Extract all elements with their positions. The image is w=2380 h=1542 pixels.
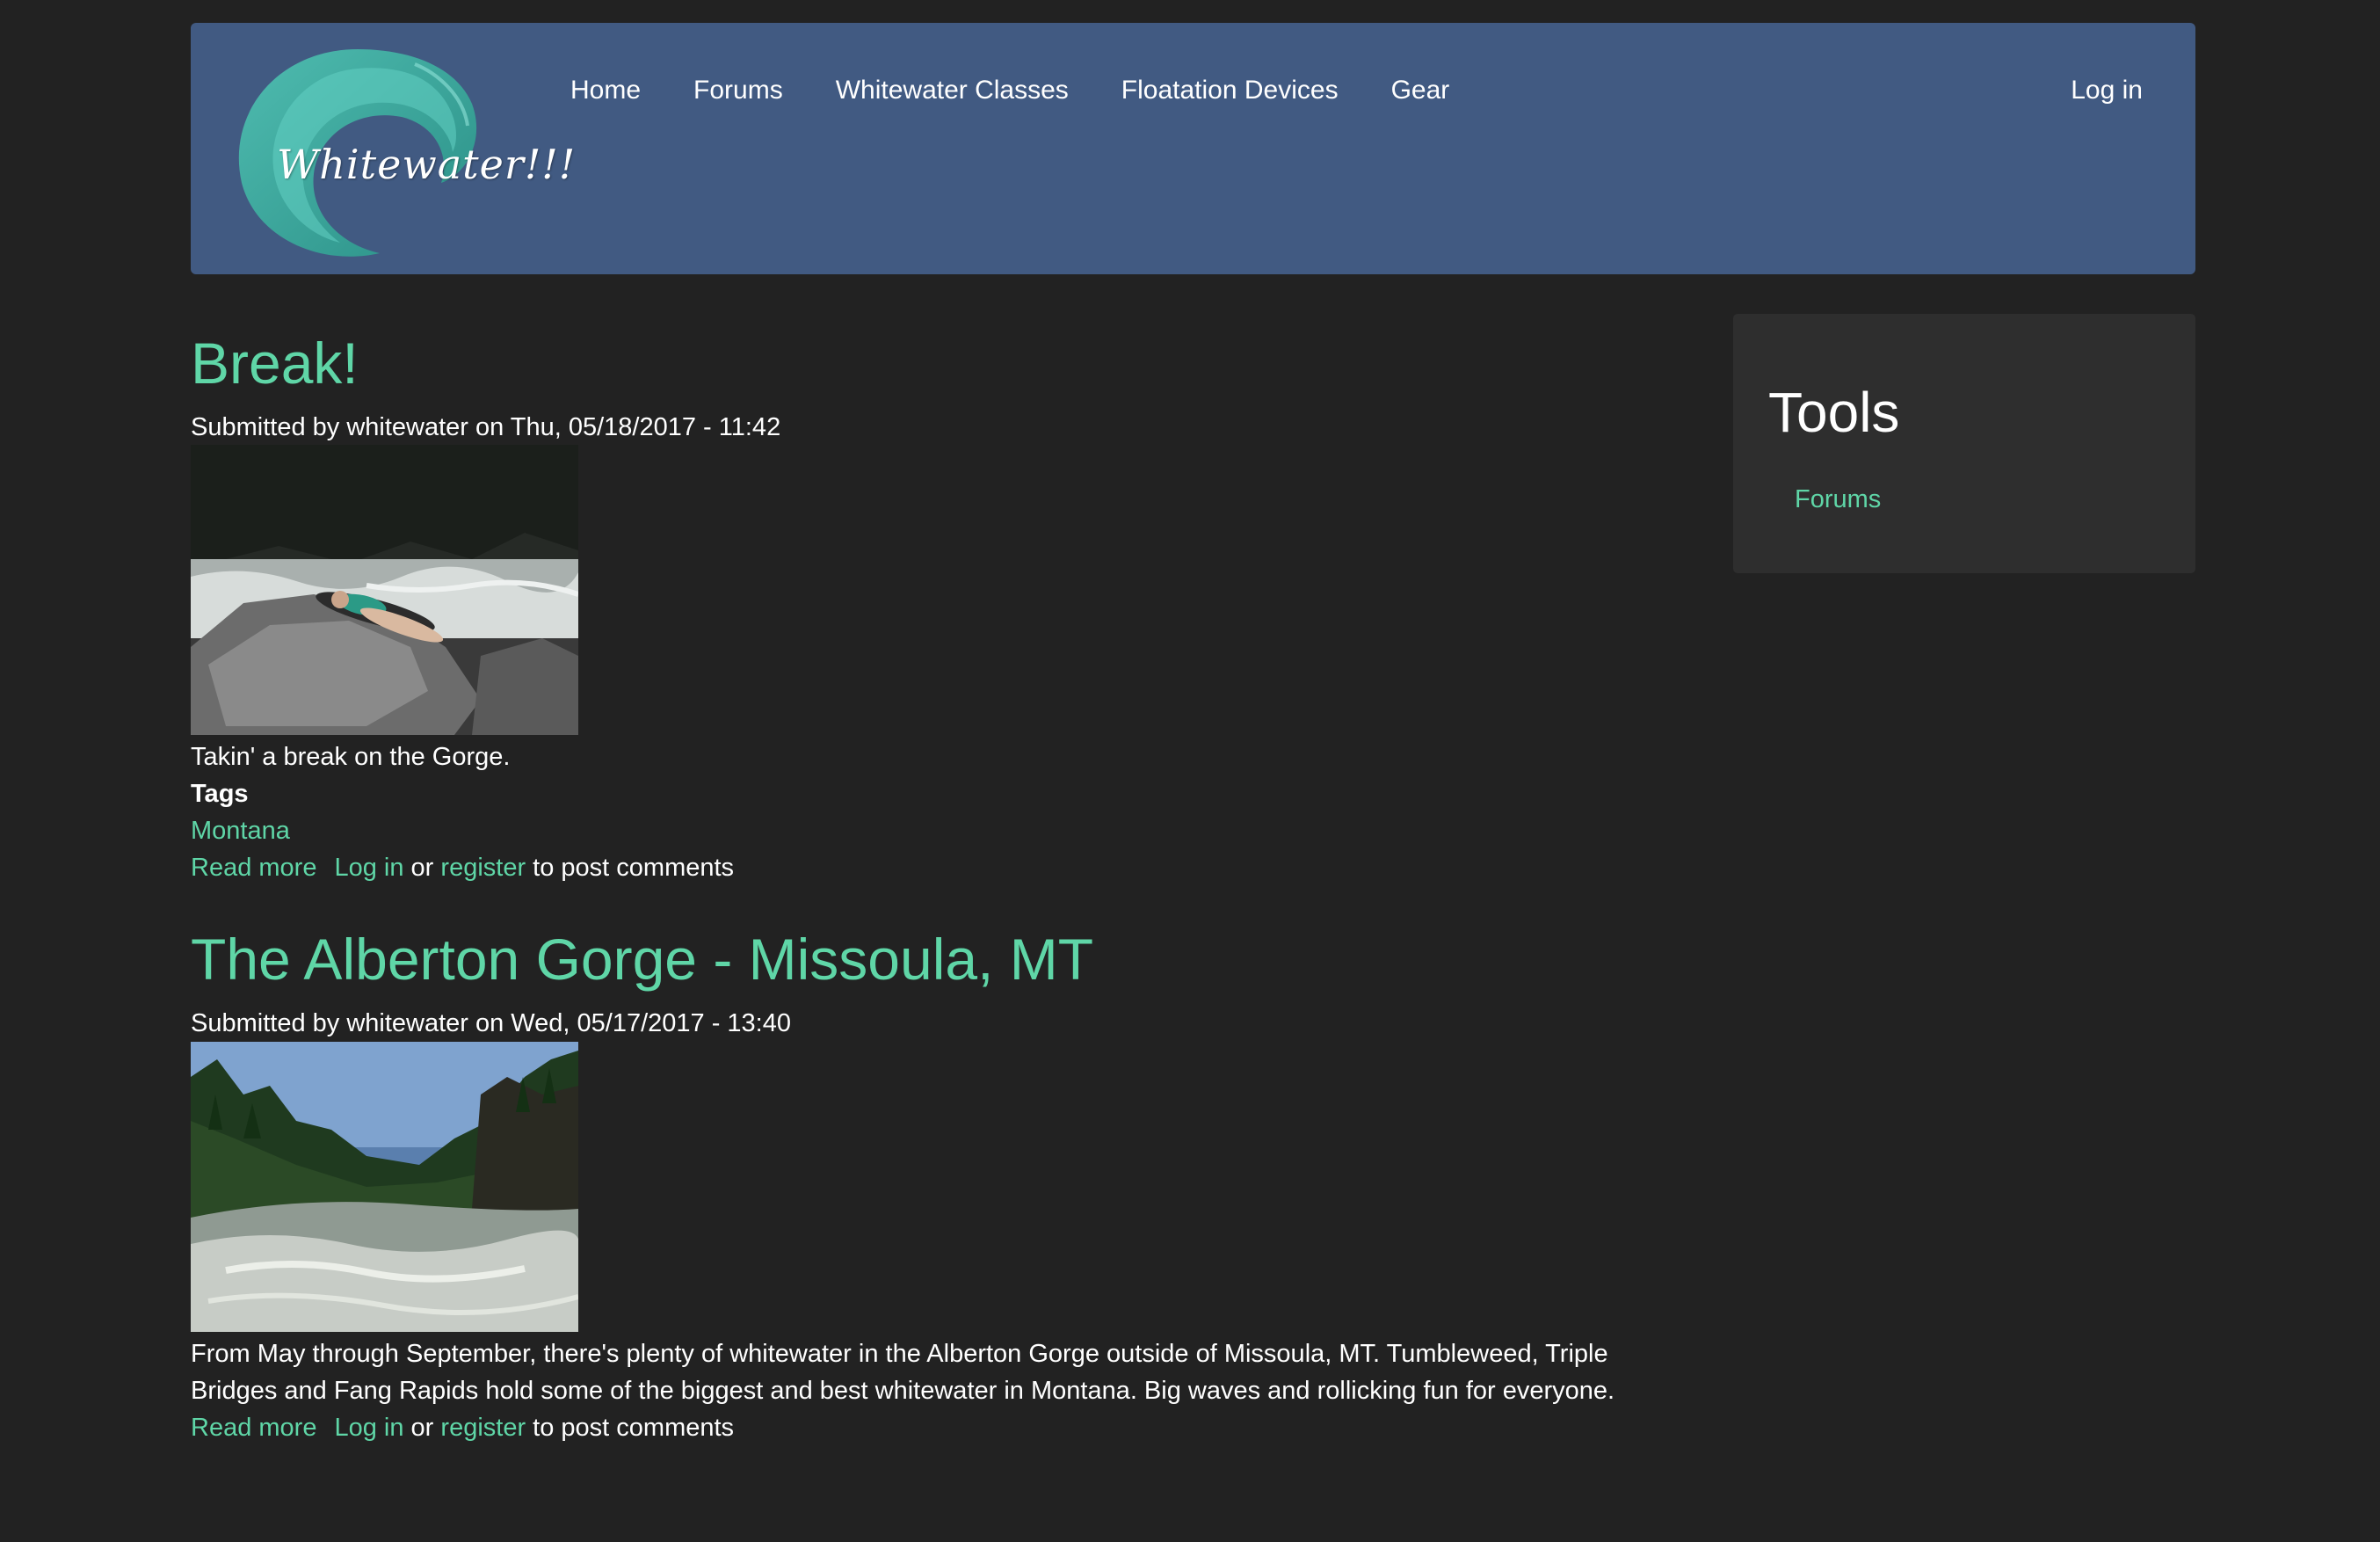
post-break: Break! Submitted by whitewater on Thu, 0…	[191, 334, 1685, 886]
post-body: Takin' a break on the Gorge.	[191, 743, 511, 772]
read-more-link[interactable]: Read more	[191, 854, 316, 882]
main-content: Break! Submitted by whitewater on Thu, 0…	[191, 334, 1685, 1490]
login-link[interactable]: Log in	[334, 1414, 403, 1442]
post-title[interactable]: Break!	[191, 334, 1685, 392]
post-title[interactable]: The Alberton Gorge - Missoula, MT	[191, 930, 1685, 988]
post-body: From May through September, there's plen…	[191, 1339, 1615, 1405]
post-comments-text: to post comments	[533, 854, 735, 883]
main-nav: Home Forums Whitewater Classes Floatatio…	[570, 76, 1449, 105]
post-image[interactable]	[191, 445, 578, 736]
post-submitted: Submitted by whitewater on Thu, 05/18/20…	[191, 413, 781, 441]
or-text: or	[410, 854, 434, 883]
tools-sidebar: Tools Forums	[1733, 314, 2195, 573]
post-submitted: Submitted by whitewater on Wed, 05/17/20…	[191, 1009, 792, 1038]
nav-gear[interactable]: Gear	[1391, 76, 1450, 105]
tags-label: Tags	[191, 780, 249, 809]
or-text: or	[410, 1413, 434, 1442]
sidebar-title: Tools	[1768, 381, 1900, 444]
post-alberton-gorge: The Alberton Gorge - Missoula, MT Submit…	[191, 930, 1685, 1445]
nav-whitewater-classes[interactable]: Whitewater Classes	[836, 76, 1069, 105]
header-login-link[interactable]: Log in	[2071, 76, 2143, 105]
sidebar-link-forums[interactable]: Forums	[1795, 485, 1881, 514]
post-links: Read more Log in or register to post comm…	[191, 849, 1685, 886]
logo-text: Whitewater!!!	[277, 141, 577, 188]
login-link[interactable]: Log in	[334, 854, 403, 882]
post-image[interactable]	[191, 1041, 578, 1332]
tag-montana[interactable]: Montana	[191, 817, 290, 845]
nav-floatation-devices[interactable]: Floatation Devices	[1121, 76, 1339, 105]
site-header: Whitewater!!! Home Forums Whitewater Cla…	[191, 23, 2195, 274]
post-comments-text: to post comments	[533, 1413, 735, 1442]
nav-forums[interactable]: Forums	[693, 76, 783, 105]
read-more-link[interactable]: Read more	[191, 1414, 316, 1442]
site-logo[interactable]: Whitewater!!!	[226, 42, 575, 262]
nav-home[interactable]: Home	[570, 76, 641, 105]
register-link[interactable]: register	[440, 1414, 526, 1442]
register-link[interactable]: register	[440, 854, 526, 882]
post-links: Read more Log in or register to post comm…	[191, 1409, 1685, 1446]
